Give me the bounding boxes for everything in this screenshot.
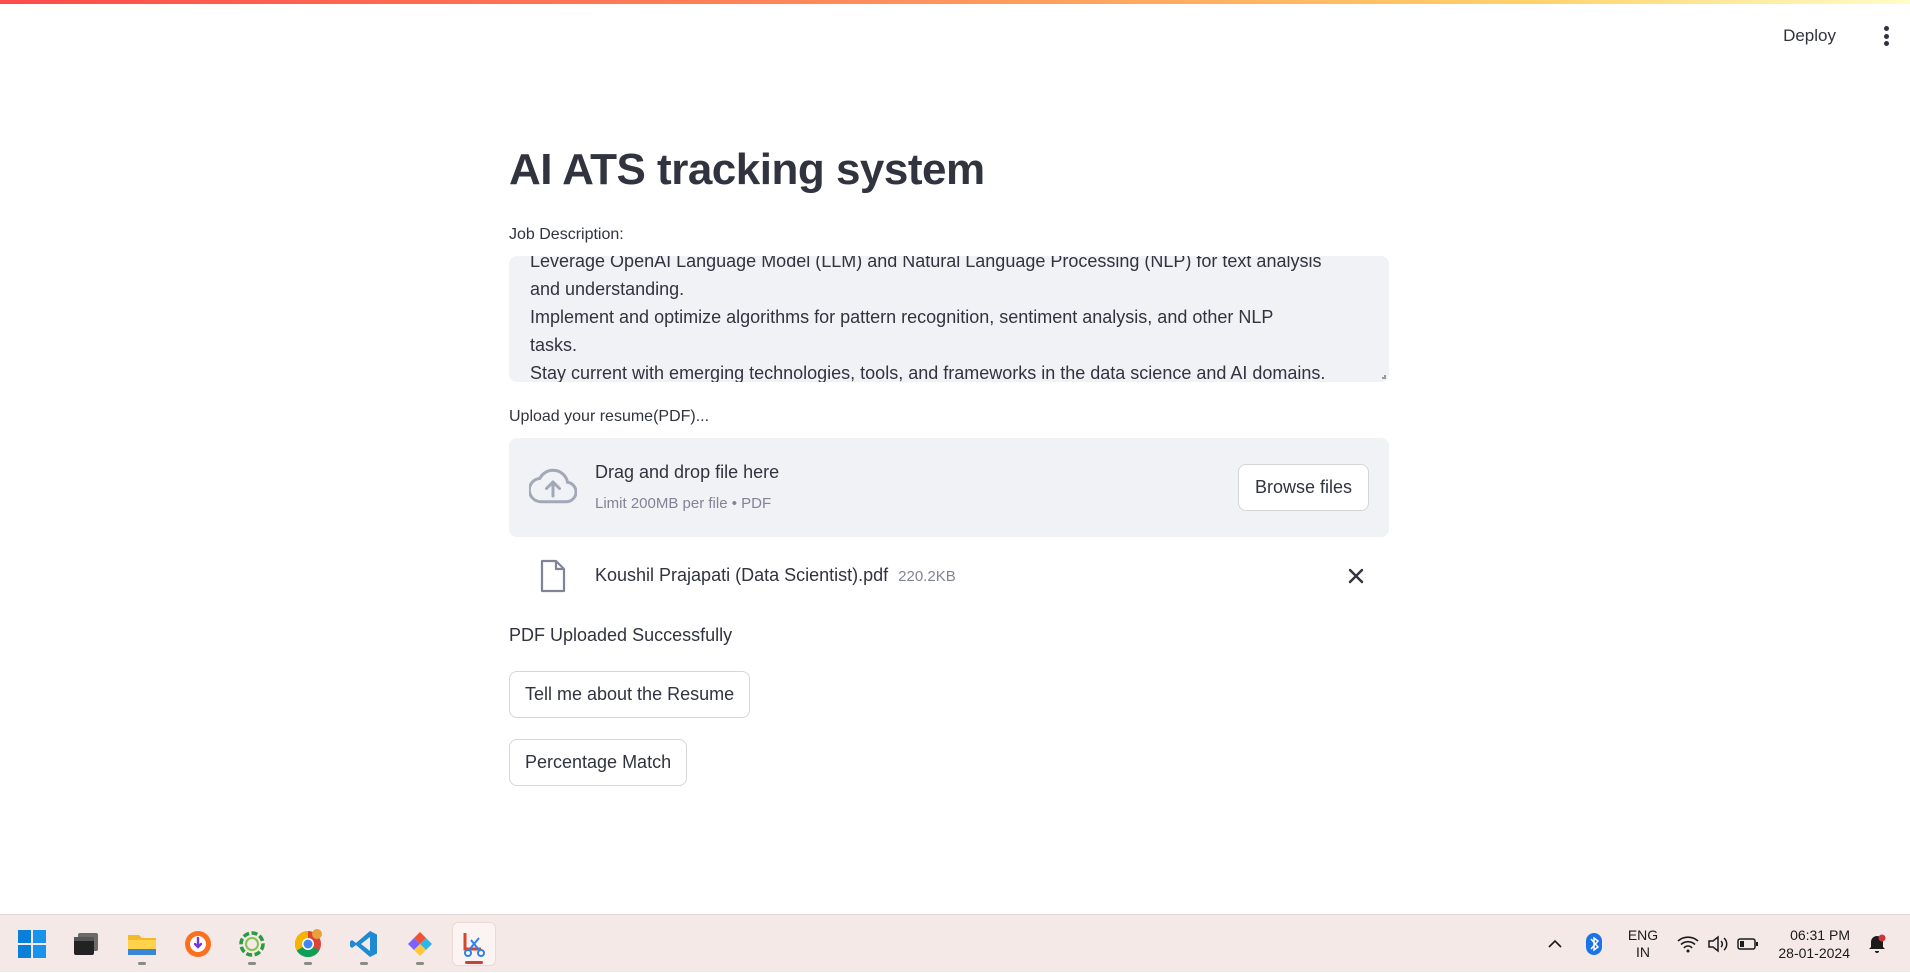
browse-files-button[interactable]: Browse files (1237, 464, 1369, 511)
volume-icon[interactable] (1706, 915, 1730, 973)
uploaded-file-size: 220.2KB (898, 568, 956, 585)
system-clock[interactable]: 06:31 PM 28-01-2024 (1770, 915, 1850, 973)
uploaded-file-name: Koushil Prajapati (Data Scientist).pdf (595, 565, 889, 585)
vscode-icon[interactable] (342, 922, 386, 966)
dropzone-title: Drag and drop file here (595, 462, 780, 482)
file-explorer-icon[interactable] (120, 922, 164, 966)
job-description-textarea[interactable]: Leverage OpenAI Language Model (LLM) and… (509, 256, 1389, 382)
page-title: AI ATS tracking system (509, 145, 985, 194)
tell-me-about-resume-button[interactable]: Tell me about the Resume (509, 671, 751, 718)
language-region: IN (1636, 944, 1650, 960)
brave-browser-icon[interactable] (176, 922, 220, 966)
close-icon[interactable] (1343, 563, 1369, 589)
deploy-button[interactable]: Deploy (1771, 18, 1848, 54)
main-content: AI ATS tracking system Job Description: … (509, 130, 1389, 786)
taskbar: ENG IN 06:31 PM 28-01-2024 (0, 914, 1910, 972)
snipping-tool-icon[interactable] (452, 922, 496, 966)
bluetooth-icon[interactable] (1582, 915, 1606, 973)
job-description-label: Job Description: (509, 226, 624, 243)
language-indicator[interactable]: ENG IN (1622, 915, 1664, 973)
sync-app-icon[interactable] (230, 922, 274, 966)
task-view-icon[interactable] (64, 922, 108, 966)
upload-success-message: PDF Uploaded Successfully (509, 625, 733, 645)
battery-icon[interactable] (1736, 915, 1760, 973)
percentage-match-button[interactable]: Percentage Match (509, 739, 688, 786)
cloud-upload-icon (529, 468, 577, 504)
chevron-up-icon[interactable] (1542, 915, 1568, 973)
start-icon[interactable] (10, 922, 54, 966)
uploaded-file-row: Koushil Prajapati (Data Scientist).pdf 22… (509, 545, 1389, 607)
vertical-ellipsis-icon[interactable] (1876, 22, 1896, 50)
clock-date: 28-01-2024 (1778, 945, 1850, 961)
git-icon[interactable] (398, 922, 442, 966)
file-icon (540, 559, 566, 593)
file-dropzone[interactable]: Drag and drop file here Limit 200MB per … (509, 438, 1389, 537)
clock-time: 06:31 PM (1790, 927, 1850, 943)
dropzone-subtitle: Limit 200MB per file • PDF (595, 495, 772, 512)
job-description-text[interactable]: Leverage OpenAI Language Model (LLM) and… (530, 256, 1359, 382)
upload-label: Upload your resume(PDF)... (509, 408, 710, 425)
uploaded-file-info: Koushil Prajapati (Data Scientist).pdf 22… (595, 565, 956, 586)
chrome-icon[interactable] (286, 922, 330, 966)
wifi-icon[interactable] (1676, 915, 1700, 973)
language-code: ENG (1627, 927, 1659, 943)
app-header: Deploy (0, 4, 1910, 60)
notification-bell-icon[interactable] (1864, 915, 1890, 973)
resize-handle-icon[interactable] (1382, 375, 1386, 379)
